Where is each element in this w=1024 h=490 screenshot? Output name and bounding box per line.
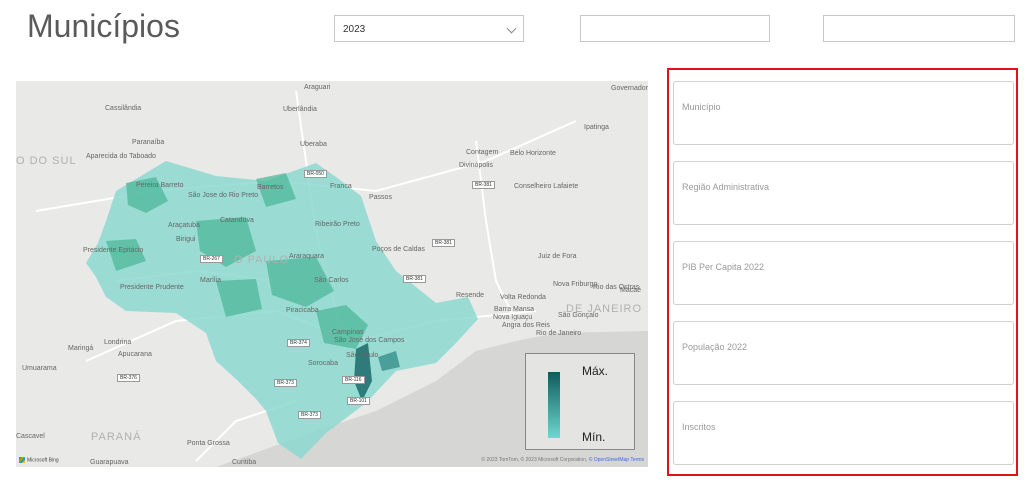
map-city-label: Resende	[456, 292, 485, 299]
card-label: Inscritos	[682, 422, 716, 432]
road-shield: BR-050	[304, 170, 327, 178]
map-city-label: São Carlos	[314, 277, 349, 284]
page-title: Municípios	[27, 8, 180, 44]
legend-min-label: Mín.	[582, 430, 606, 444]
legend-gradient-bar	[548, 372, 560, 438]
map-city-label: Araguari	[304, 84, 331, 91]
map-city-label: Piracicaba	[286, 307, 319, 314]
card-label: Região Administrativa	[682, 182, 770, 192]
map-region-label: O PAULO	[234, 254, 290, 266]
map-city-label: Cascavel	[16, 433, 45, 440]
map-city-label: Barra Mansa	[494, 306, 535, 313]
map-city-label: Presidente Prudente	[120, 284, 184, 291]
map-city-label: Uberaba	[300, 141, 327, 148]
road-shield: BR-381	[403, 275, 426, 283]
map-city-label: Passos	[369, 194, 392, 201]
map-city-label: Aparecida do Taboado	[86, 153, 156, 160]
map-city-label: Umuarama	[22, 365, 57, 372]
map-city-label: Maringá	[68, 345, 94, 352]
map-city-label: Apucarana	[118, 351, 152, 358]
card-label: PIB Per Capita 2022	[682, 262, 765, 272]
map-city-label: São José dos Campos	[334, 337, 405, 344]
map-city-label: Birigui	[176, 236, 196, 243]
road-shield: BR-381	[472, 181, 495, 189]
map-city-label: Sorocaba	[308, 360, 338, 367]
terms-link[interactable]: Terms	[630, 457, 644, 463]
map-city-label: Juiz de Fora	[538, 253, 577, 260]
map-city-label: Catanduva	[220, 217, 254, 224]
card-inscritos: Inscritos	[673, 401, 1014, 465]
map-region-label: O DO SUL	[16, 155, 77, 167]
legend-max-label: Máx.	[582, 364, 609, 378]
map-city-label: Araçatuba	[168, 222, 200, 229]
map-legend: Máx. Mín.	[525, 353, 635, 450]
map-city-label: Guarapuava	[90, 459, 129, 466]
map-region-label: PARANÁ	[91, 431, 142, 443]
map-city-label: Presidente Epitácio	[83, 247, 144, 254]
map-city-label: Franca	[330, 183, 352, 190]
map-city-label: Volta Redonda	[500, 294, 546, 301]
microsoft-logo-icon	[19, 456, 25, 463]
card-regiao-administrativa: Região Administrativa	[673, 161, 1014, 225]
map-city-label: São Jose do Rio Preto	[188, 192, 259, 199]
card-pib-per-capita: PIB Per Capita 2022	[673, 241, 1014, 305]
map-city-label: Campinas	[332, 329, 364, 336]
chevron-down-icon[interactable]	[506, 23, 517, 34]
bing-logo: Microsoft Bing	[19, 456, 59, 463]
road-shield: BR-376	[117, 374, 140, 382]
map-city-label: Governador Valadares	[611, 85, 648, 92]
card-municipio: Município	[673, 81, 1014, 145]
map-city-label: Divinópolis	[459, 162, 493, 169]
road-shield: BR-116	[342, 376, 365, 384]
map-attribution: © 2023 TomTom, © 2023 Microsoft Corporat…	[481, 457, 644, 463]
map-city-label: Rio de Janeiro	[536, 330, 582, 337]
road-shield: BR-373	[298, 411, 321, 419]
map-city-label: Ribeirão Preto	[315, 221, 360, 228]
map-city-label: Nova Friburgo	[553, 281, 598, 288]
road-shield: BR-101	[347, 397, 370, 405]
osm-link[interactable]: © OpenStreetMap	[589, 457, 629, 463]
map-city-label: Macaé	[620, 287, 642, 294]
map-city-label: São Paulo	[346, 352, 379, 359]
map-city-label: Barretos	[257, 184, 284, 191]
map-city-label: Cassilândia	[105, 105, 142, 112]
card-populacao: População 2022	[673, 321, 1014, 385]
road-shield: BR-374	[287, 339, 310, 347]
map-city-label: Curitiba	[232, 459, 257, 466]
year-select[interactable]: 2023	[334, 15, 524, 42]
map-city-label: Belo Horizonte	[510, 150, 556, 157]
road-shield: BR-267	[200, 255, 223, 263]
filter-slicer-2[interactable]	[823, 15, 1015, 42]
map-region-label: DE JANEIRO	[566, 303, 643, 315]
map-city-label: Ipatinga	[584, 124, 609, 131]
map-city-label: Angra dos Reis	[502, 322, 550, 329]
map-city-label: Marília	[200, 277, 222, 284]
map-city-label: Nova Iguaçu	[493, 314, 533, 321]
map-city-label: Poços de Caldas	[372, 246, 425, 253]
card-label: Município	[682, 102, 721, 112]
card-label: População 2022	[682, 342, 748, 352]
map-city-label: Araraquara	[289, 253, 325, 260]
map-city-label: Conselheiro Lafaiete	[514, 183, 579, 190]
map-city-label: Contagem	[466, 149, 499, 156]
map-city-label: Uberlândia	[283, 106, 317, 113]
road-shield: BR-381	[432, 239, 455, 247]
municipality-map[interactable]: Araguari Governador Valadares Cassilândia U…	[16, 81, 648, 467]
map-city-label: Pereira Barreto	[136, 182, 184, 189]
year-select-value: 2023	[343, 24, 366, 35]
road-shield: BR-373	[274, 379, 297, 387]
map-city-label: Ponta Grossa	[187, 440, 230, 447]
map-city-label: Paranaíba	[132, 139, 165, 146]
map-city-label: Londrina	[104, 339, 132, 346]
filter-slicer-1[interactable]	[580, 15, 770, 42]
